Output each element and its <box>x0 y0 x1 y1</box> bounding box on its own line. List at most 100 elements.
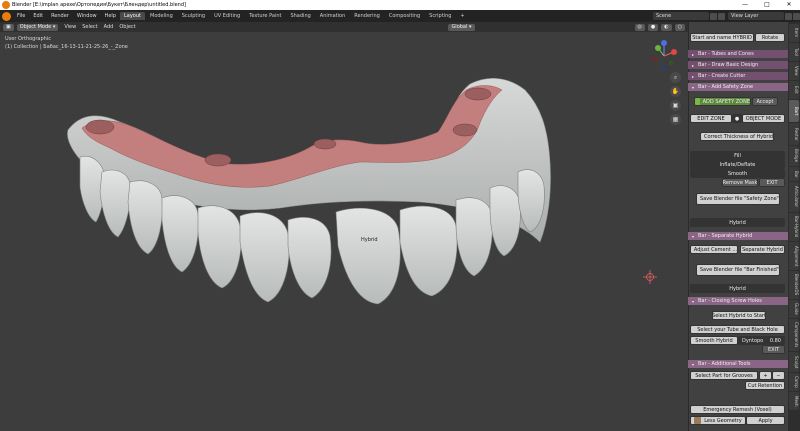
rotate-button[interactable]: Rotate <box>755 33 785 42</box>
dental-model[interactable] <box>0 32 688 431</box>
minimize-button[interactable]: — <box>734 0 756 10</box>
save-safety-zone-button[interactable]: Save Blender file "Safety Zone" <box>696 193 780 205</box>
select-part-grooves-button[interactable]: Select Part for Grooves <box>690 371 758 380</box>
exit-button-2[interactable]: EXIT <box>762 345 785 354</box>
vtab-bridge[interactable]: Bridge <box>789 146 799 166</box>
gizmo-neg-z-icon[interactable] <box>661 65 667 71</box>
close-button[interactable]: ✕ <box>778 0 800 10</box>
tab-uv-editing[interactable]: UV Editing <box>210 12 244 20</box>
smooth-button[interactable]: Smooth <box>690 169 785 178</box>
select-tube-button[interactable]: Select your Tube and Black Hole <box>690 325 785 334</box>
dyntopo-field[interactable]: Dyntopo 0.80 <box>738 336 785 345</box>
delete-scene-icon[interactable] <box>718 12 725 20</box>
edit-zone-button[interactable]: EDIT ZONE <box>690 114 732 123</box>
menu-help[interactable]: Help <box>101 13 120 19</box>
shading-wireframe-icon[interactable]: ◎ <box>634 23 645 31</box>
start-hybrid-button[interactable]: Start and name HYBRID <box>690 33 754 42</box>
tab-modeling[interactable]: Modeling <box>146 12 177 20</box>
mode-toggle-icon[interactable]: ● <box>732 114 742 123</box>
remove-mask-button[interactable]: Remove Mask <box>722 178 758 187</box>
section-separate-hybrid[interactable]: ▾ Bar - Separate Hybrid <box>688 232 788 240</box>
gizmo-neg-x-icon[interactable] <box>652 56 658 62</box>
vtab-sculpt[interactable]: Sculpt <box>789 352 799 372</box>
camera-view-icon[interactable]: ▣ <box>670 100 681 111</box>
vtab-blenderds[interactable]: BlenderDS <box>789 271 799 299</box>
section-add-safety-zone[interactable]: ▾ Bar - Add Safety Zone <box>688 83 788 91</box>
section-closing-screw-holes[interactable]: ▾ Bar - Closing Screw Holes <box>688 297 788 305</box>
smooth-hybrid-button[interactable]: Smooth Hybrid <box>690 336 738 345</box>
transform-orientation-selector[interactable]: Global ▾ <box>448 23 475 31</box>
shading-solid-icon[interactable]: ● <box>647 23 659 31</box>
tab-layout[interactable]: Layout <box>120 12 145 20</box>
add-groove-button[interactable]: + <box>759 371 772 380</box>
shading-rendered-icon[interactable]: ○ <box>674 23 685 31</box>
gizmo-y-icon[interactable] <box>655 45 661 51</box>
vtab-bar[interactable]: Bar <box>789 167 799 181</box>
new-view-layer-icon[interactable] <box>785 12 792 20</box>
menu-render[interactable]: Render <box>47 13 73 19</box>
gizmo-neg-y-icon[interactable] <box>668 60 674 66</box>
mode-selector[interactable]: Object Mode ▾ <box>16 23 59 31</box>
tab-animation[interactable]: Animation <box>316 12 350 20</box>
viewport-menu-view[interactable]: View <box>61 24 79 30</box>
viewport-menu-object[interactable]: Object <box>116 24 138 30</box>
save-bar-finished-button[interactable]: Save Blender file "Bar Finished" <box>696 264 780 276</box>
section-create-cutter[interactable]: ▸ Bar - Create Cutter <box>688 72 788 80</box>
shading-material-icon[interactable]: ◐ <box>661 23 672 31</box>
menu-window[interactable]: Window <box>73 13 101 19</box>
vtab-item[interactable]: Item <box>789 24 799 42</box>
select-hybrid-to-start-button[interactable]: Select Hybrid to Start <box>712 311 766 320</box>
section-additional-tools[interactable]: ▾ Bar - Additional Tools <box>688 360 788 368</box>
tab-sculpting[interactable]: Sculpting <box>178 12 209 20</box>
vtab-alignment[interactable]: Alignment <box>789 242 799 270</box>
tab-compositing[interactable]: Compositing <box>385 12 424 20</box>
3d-cursor[interactable] <box>643 270 657 284</box>
grid-perspective-icon[interactable]: ▦ <box>670 114 681 125</box>
vtab-restor[interactable]: Restor <box>789 123 799 145</box>
vtab-comp[interactable]: Comp <box>789 373 799 391</box>
vtab-mesh[interactable]: Mesh <box>789 392 799 410</box>
object-mode-button[interactable]: OBJECT MODE <box>742 114 785 123</box>
correct-thickness-button[interactable]: Correct Thickness of Hybrid <box>700 132 774 141</box>
add-safety-zone-button[interactable]: ADD SAFETY ZONE <box>694 97 751 106</box>
remove-groove-button[interactable]: − <box>772 371 785 380</box>
navigation-gizmo[interactable] <box>650 38 680 72</box>
section-draw-basic-design[interactable]: ▸ Bar - Draw Basic Design <box>688 61 788 69</box>
adjust-cement-button[interactable]: Adjust Cement ... <box>690 245 738 254</box>
hand-pan-icon[interactable]: ✋ <box>670 86 681 97</box>
zoom-icon[interactable]: ⌕ <box>670 72 681 83</box>
cut-retention-button[interactable]: Cut Retention <box>745 381 785 390</box>
section-tubes-cones[interactable]: ▸ Bar - Tubes and Cones <box>688 50 788 58</box>
emergency-remesh-button[interactable]: Emergency Remesh (Voxel) <box>690 405 785 414</box>
scene-selector[interactable]: Scene <box>653 12 709 20</box>
vtab-guide[interactable]: Guide <box>789 300 799 318</box>
new-scene-icon[interactable] <box>710 12 717 20</box>
accept-button[interactable]: Accept <box>752 97 778 106</box>
vtab-components[interactable]: Components <box>789 319 799 351</box>
vtab-bart[interactable]: Bart <box>789 100 799 122</box>
hybrid-selector[interactable]: Hybrid <box>690 218 785 227</box>
add-workspace-button[interactable]: + <box>456 12 468 20</box>
viewport-menu-select[interactable]: Select <box>79 24 100 30</box>
viewport-menu-add[interactable]: Add <box>101 24 117 30</box>
tab-texture-paint[interactable]: Texture Paint <box>245 12 285 20</box>
vtab-bar-hybrid[interactable]: Bar-Hybrid <box>789 213 799 241</box>
vtab-view[interactable]: View <box>789 62 799 80</box>
tab-scripting[interactable]: Scripting <box>425 12 455 20</box>
apply-button[interactable]: Apply <box>746 416 785 425</box>
gizmo-x-icon[interactable] <box>671 49 677 55</box>
tab-rendering[interactable]: Rendering <box>350 12 384 20</box>
editor-type-button[interactable]: ▣ <box>3 23 14 31</box>
hybrid-selector-2[interactable]: Hybrid <box>690 284 785 293</box>
inflate-deflate-button[interactable]: Inflate/Deflate <box>690 160 785 169</box>
delete-view-layer-icon[interactable] <box>793 12 800 20</box>
3d-viewport[interactable]: User Orthographic (1) Collection | Бабас… <box>0 32 688 431</box>
vtab-edit[interactable]: Edit <box>789 81 799 99</box>
blender-menu-icon[interactable] <box>2 11 11 21</box>
less-geometry-button[interactable]: Less Geometry <box>690 416 746 425</box>
menu-file[interactable]: File <box>13 13 29 19</box>
exit-button[interactable]: EXIT <box>759 178 785 187</box>
separate-hybrid-button[interactable]: Separate Hybrid <box>740 245 785 254</box>
gizmo-z-icon[interactable] <box>661 40 667 46</box>
maximize-button[interactable]: □ <box>756 0 778 10</box>
